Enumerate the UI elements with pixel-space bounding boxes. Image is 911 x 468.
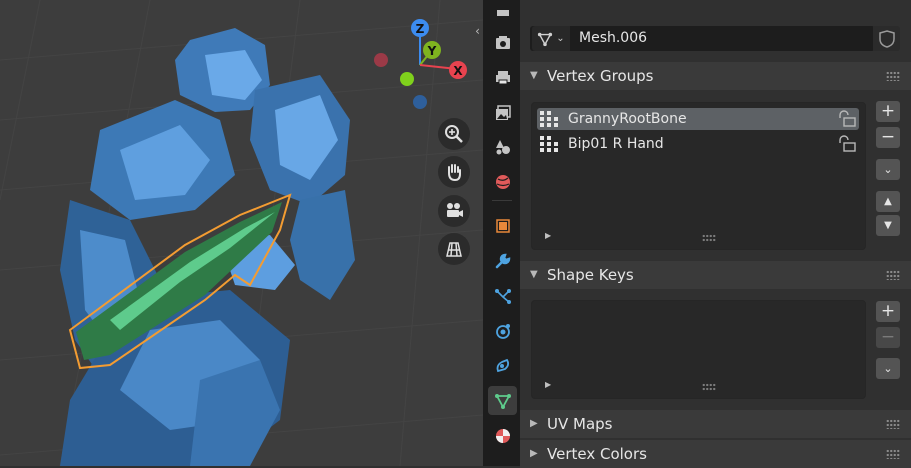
sidebar-collapse-icon[interactable]: ‹ <box>472 22 483 40</box>
uv-maps-header[interactable]: ▶ UV Maps <box>520 410 911 438</box>
move-up-button[interactable]: ▲ <box>876 191 900 212</box>
camera-view-button[interactable] <box>438 195 470 227</box>
list-resize-grip[interactable] <box>702 234 716 242</box>
drag-grip-icon[interactable] <box>886 71 900 81</box>
hand-pan-icon <box>448 164 461 182</box>
mesh-data-icon <box>494 393 511 409</box>
image-layer-icon <box>495 104 511 120</box>
vertex-groups-list[interactable]: GrannyRootBone Bip01 R Hand ▶ <box>531 102 866 250</box>
tab-separator <box>492 200 512 201</box>
zoom-icon <box>445 125 463 143</box>
vertex-colors-header[interactable]: ▶ Vertex Colors <box>520 440 911 468</box>
shape-key-specials-button[interactable]: ⌄ <box>876 358 900 379</box>
scene-canvas[interactable]: Z Y X <box>0 0 483 466</box>
move-down-button[interactable]: ▼ <box>876 215 900 236</box>
modifier-tab[interactable] <box>488 246 517 275</box>
expanded-arrow-icon: ▼ <box>530 70 538 81</box>
output-tab[interactable] <box>488 62 517 91</box>
render-tab[interactable] <box>488 28 517 57</box>
fake-user-button[interactable] <box>873 26 900 51</box>
object-tab[interactable] <box>488 211 517 240</box>
unlock-icon[interactable] <box>837 135 857 152</box>
add-shape-key-button[interactable]: + <box>876 301 900 322</box>
scene-icon <box>495 139 510 154</box>
drag-grip-icon[interactable] <box>886 419 900 429</box>
ortho-toggle-button[interactable] <box>438 233 470 265</box>
vertex-colors-title: Vertex Colors <box>547 445 647 463</box>
view-layer-tab[interactable] <box>488 98 517 127</box>
drag-grip-icon[interactable] <box>886 270 900 280</box>
neg-y-axis-handle[interactable] <box>400 72 414 86</box>
camera-view-icon <box>447 203 463 217</box>
material-sphere-icon <box>495 428 510 443</box>
filter-options-toggle[interactable]: ▶ <box>545 380 551 389</box>
vertex-group-icon <box>540 136 558 152</box>
add-vertex-group-button[interactable]: + <box>876 101 900 122</box>
neg-z-axis-handle[interactable] <box>413 95 427 109</box>
unlock-icon[interactable] <box>837 110 857 127</box>
x-axis-label: X <box>453 64 463 78</box>
constraint-icon <box>496 358 509 372</box>
list-item[interactable]: Bip01 R Hand <box>537 133 859 155</box>
physics-tab[interactable] <box>488 316 517 345</box>
list-resize-grip[interactable] <box>702 383 716 391</box>
remove-vertex-group-button[interactable]: − <box>876 127 900 148</box>
camera-render-icon <box>495 35 510 49</box>
remove-shape-key-button[interactable]: − <box>876 327 900 348</box>
navigation-gizmo[interactable]: Z Y X <box>374 19 467 109</box>
data-tab[interactable] <box>488 386 517 415</box>
mesh-datablock-field[interactable]: ⌄ Mesh.006 <box>530 26 875 51</box>
grid-ortho-icon <box>446 242 462 257</box>
list-item-label: Bip01 R Hand <box>568 136 664 152</box>
properties-tab-strip <box>483 0 520 466</box>
vertex-groups-title: Vertex Groups <box>547 67 654 85</box>
constraints-tab[interactable] <box>488 351 517 380</box>
list-item[interactable]: GrannyRootBone <box>537 108 859 130</box>
scene-tab[interactable] <box>488 132 517 161</box>
zoom-button[interactable] <box>438 118 470 150</box>
panel-top-strip <box>520 0 911 6</box>
physics-icon <box>495 323 510 339</box>
z-axis-label: Z <box>416 22 425 36</box>
printer-output-icon <box>495 70 510 84</box>
filter-options-toggle[interactable]: ▶ <box>545 231 551 240</box>
mesh-data-icon <box>538 32 553 46</box>
mesh-browse-button[interactable]: ⌄ <box>532 26 570 51</box>
tool-icon <box>496 9 509 16</box>
material-tab[interactable] <box>488 421 517 450</box>
shape-keys-list[interactable]: ▶ <box>531 300 866 399</box>
collapsed-arrow-icon: ▶ <box>530 448 538 459</box>
object-square-icon <box>495 218 510 233</box>
chevron-down-icon: ⌄ <box>556 33 565 44</box>
properties-panel: ⌄ Mesh.006 ▼ Vertex Groups GrannyRootBon… <box>520 0 911 468</box>
mesh-name-input[interactable]: Mesh.006 <box>579 26 647 51</box>
neg-x-axis-handle[interactable] <box>374 53 388 67</box>
pan-button[interactable] <box>438 156 470 188</box>
vertex-group-icon <box>540 111 558 127</box>
shield-icon <box>878 29 895 48</box>
vertex-group-specials-button[interactable]: ⌄ <box>876 159 900 180</box>
shape-keys-header[interactable]: ▼ Shape Keys <box>520 261 911 289</box>
particles-tab[interactable] <box>488 281 517 310</box>
world-tab[interactable] <box>488 167 517 196</box>
particles-icon <box>494 288 511 304</box>
list-item-label: GrannyRootBone <box>568 111 687 127</box>
y-axis-label: Y <box>427 44 437 58</box>
wrench-icon <box>495 253 510 268</box>
world-icon <box>495 174 510 189</box>
shape-keys-title: Shape Keys <box>547 266 634 284</box>
expanded-arrow-icon: ▼ <box>530 269 538 280</box>
tool-tab[interactable] <box>488 0 517 29</box>
collapsed-arrow-icon: ▶ <box>530 418 538 429</box>
drag-grip-icon[interactable] <box>886 449 900 459</box>
vertex-groups-header[interactable]: ▼ Vertex Groups <box>520 62 911 90</box>
3d-viewport[interactable]: Z Y X ‹ <box>0 0 483 466</box>
uv-maps-title: UV Maps <box>547 415 613 433</box>
